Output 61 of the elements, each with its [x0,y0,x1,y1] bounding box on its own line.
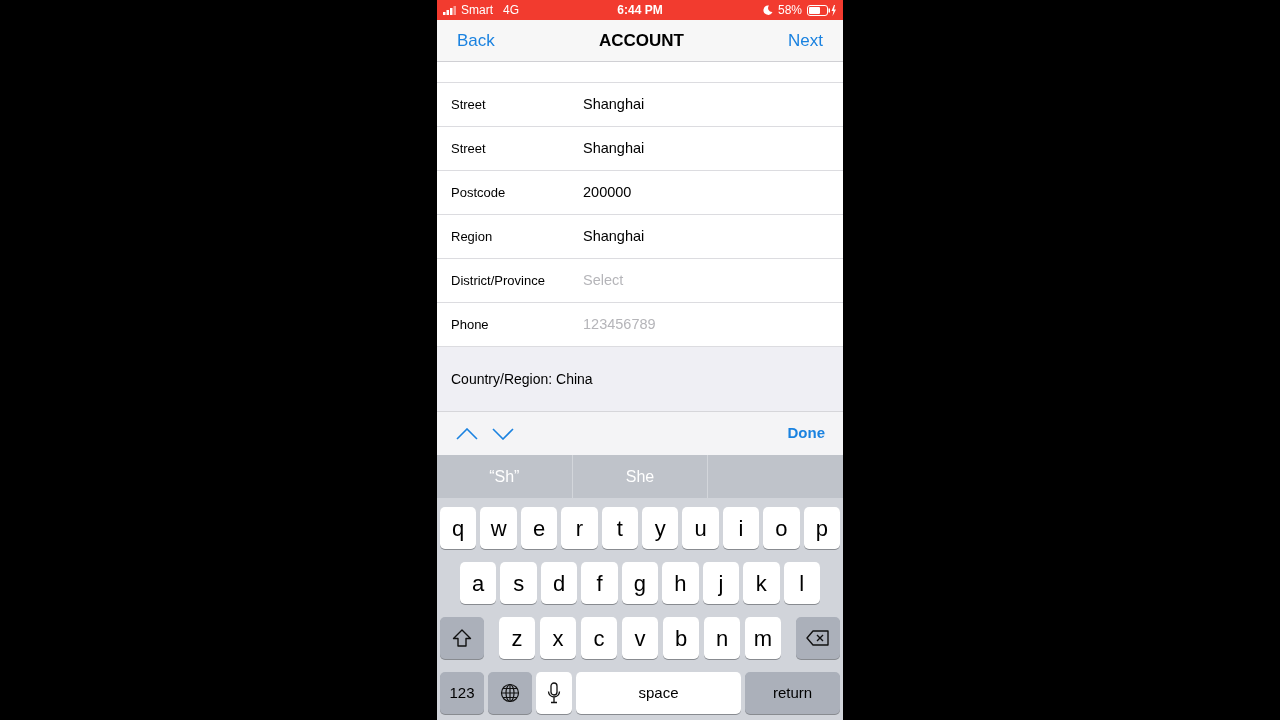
done-button[interactable]: Done [787,422,825,445]
letter-key[interactable]: m [745,617,781,659]
letter-key[interactable]: b [663,617,699,659]
input-field[interactable]: Shanghai [583,93,843,116]
field-label: Street [451,139,487,158]
letter-key[interactable]: u [682,507,719,549]
space-key[interactable]: space [576,672,741,714]
letter-key[interactable]: r [561,507,598,549]
letter-key[interactable]: p [803,507,841,549]
network-type: 4G [503,2,520,19]
moon-icon [762,5,773,15]
letter-key[interactable]: a [460,562,497,604]
shift-key[interactable] [440,617,484,659]
input-field[interactable]: Select [583,269,843,292]
input-field[interactable]: 123456789 [583,313,843,336]
return-key[interactable]: return [745,672,840,714]
letter-key[interactable]: c [581,617,617,659]
letter-key[interactable]: s [500,562,537,604]
letter-key[interactable]: k [743,562,780,604]
letter-key[interactable]: w [480,507,517,549]
letter-key[interactable]: v [622,617,658,659]
numbers-key[interactable]: 123 [440,672,484,714]
field-label: District/Province [451,271,546,290]
letter-key[interactable]: f [581,562,618,604]
letter-key[interactable]: q [440,507,477,549]
field-label: Postcode [451,183,507,202]
screen-title: ACCOUNT [598,29,684,52]
globe-icon [500,683,520,703]
letter-key[interactable]: i [722,507,760,549]
battery-percent: 58% [777,2,802,19]
letter-key[interactable]: g [621,562,659,604]
battery-charging-icon [807,4,837,16]
clock: 6:44 PM [616,2,664,19]
field-label: Phone [451,315,490,334]
letter-key[interactable]: t [601,507,639,549]
input-field[interactable]: Shanghai [583,137,843,160]
back-button[interactable]: Back [457,27,495,54]
signal-icon [443,5,457,15]
globe-key[interactable] [488,672,532,714]
letter-key[interactable]: d [540,562,578,604]
letter-key[interactable]: e [520,507,558,549]
microphone-icon [547,682,561,704]
input-field[interactable]: 200000 [583,181,843,204]
next-button[interactable]: Next [788,27,823,54]
shift-icon [452,629,472,647]
field-label: Street [451,95,487,114]
letter-key[interactable]: h [662,562,699,604]
letter-key[interactable]: z [499,617,535,659]
input-field[interactable]: Shanghai [583,225,843,248]
letter-key[interactable]: j [702,562,740,604]
country-region-label: Country/Region: China [451,369,593,389]
delete-icon [806,630,830,646]
letter-key[interactable]: y [642,507,679,549]
letter-key[interactable]: n [704,617,740,659]
carrier-name: Smart [461,2,493,19]
letter-key[interactable]: l [783,562,820,604]
field-label: Region [451,227,494,246]
delete-key[interactable] [796,617,840,659]
microphone-key[interactable] [536,672,572,714]
letter-key[interactable]: x [540,617,576,659]
letter-key[interactable]: o [763,507,800,549]
